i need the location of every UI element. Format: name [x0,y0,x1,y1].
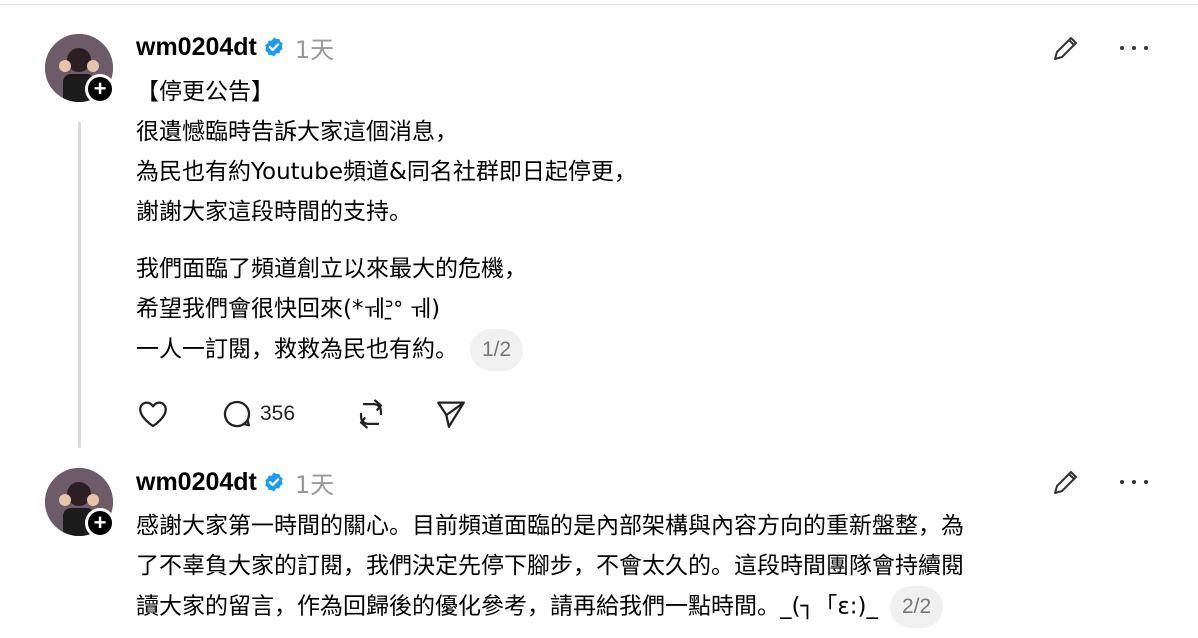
post-header: wm0204dt 1天 [136,466,335,499]
more-icon[interactable] [1120,477,1148,487]
thread-pager: 2/2 [889,586,944,628]
text-line: 讀大家的留言，作為回歸後的優化參考，請再給我們一點時間。_(┐「ε:)_ [136,593,878,620]
text-line: 了不辜負大家的訂閱，我們決定先停下腳步，不會太久的。這段時間團隊會持續閱 [136,553,964,579]
verified-badge-icon [263,471,285,493]
username[interactable]: wm0204dt [136,468,257,497]
post-body: 感謝大家第一時間的關心。目前頻道面臨的是內部架構與內容方向的重新盤整，為 了不辜負… [136,506,964,628]
text-line-with-pager: 讀大家的留言，作為回歸後的優化參考，請再給我們一點時間。_(┐「ε:)_ 2/2 [136,586,964,628]
text-line: 感謝大家第一時間的關心。目前頻道面臨的是內部架構與內容方向的重新盤整，為 [136,513,964,539]
follow-plus-button[interactable]: + [85,508,115,538]
post-time: 1天 [294,470,335,499]
thread-post-2: + wm0204dt 1天 感謝大家第一時間的關心。目前頻道面臨的是內部架構與內… [0,0,1198,638]
pencil-icon[interactable] [1050,466,1082,498]
